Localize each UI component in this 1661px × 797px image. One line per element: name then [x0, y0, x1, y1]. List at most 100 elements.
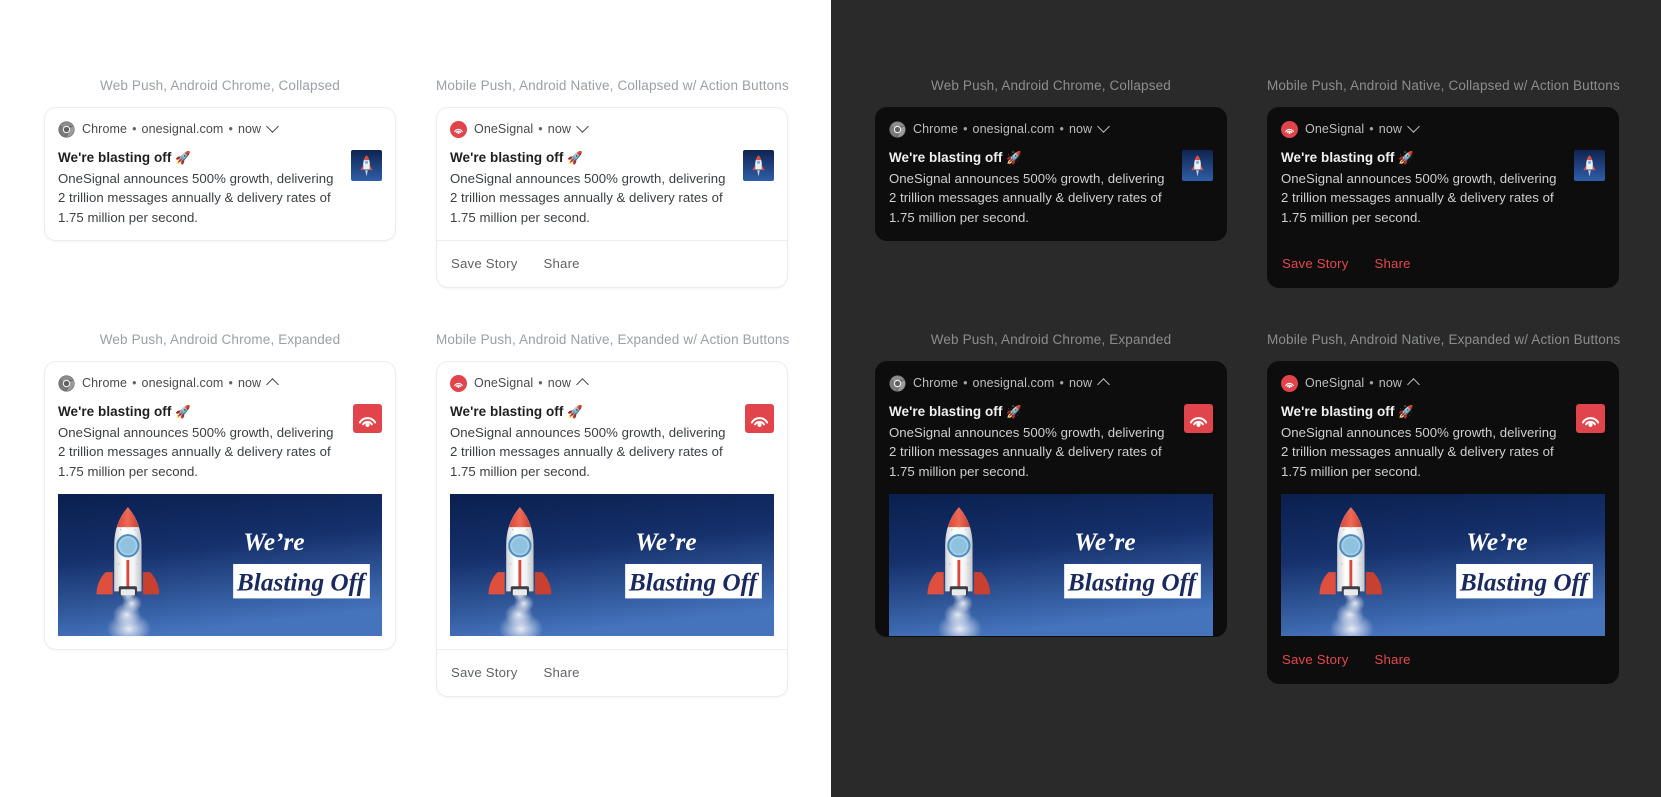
- timestamp: now: [547, 122, 571, 137]
- chrome-icon: [889, 121, 906, 138]
- notification-header: OneSignal • now: [450, 374, 774, 392]
- source-domain: onesignal.com: [972, 376, 1055, 391]
- separator: •: [228, 375, 233, 390]
- chevron-up-icon[interactable]: [1097, 377, 1111, 391]
- timestamp: now: [1068, 376, 1093, 391]
- source-app-name: Chrome: [913, 122, 959, 137]
- notification-actions: Save Story Share: [437, 240, 787, 287]
- timestamp: now: [1378, 376, 1402, 391]
- preview-web-push-collapsed-light: Web Push, Android Chrome, Collapsed Chro…: [44, 78, 396, 242]
- notification-title: We're blasting off 🚀: [1281, 404, 1414, 420]
- onesignal-badge-icon: [745, 404, 774, 433]
- action-save-story[interactable]: Save Story: [451, 665, 518, 680]
- preview-web-push-expanded-dark: Web Push, Android Chrome, Expanded Chrom…: [875, 332, 1227, 638]
- separator: •: [1059, 375, 1064, 390]
- source-domain: onesignal.com: [141, 122, 224, 137]
- chevron-up-icon[interactable]: [1407, 377, 1420, 391]
- notification-message: OneSignal announces 500% growth, deliver…: [1281, 170, 1557, 225]
- action-share[interactable]: Share: [1375, 256, 1411, 271]
- notification-actions: Save Story Share: [437, 649, 787, 696]
- notification-title: We're blasting off 🚀: [58, 150, 191, 166]
- notification-title: We're blasting off 🚀: [889, 404, 1022, 420]
- preview-web-push-expanded-light: Web Push, Android Chrome, Expanded Chrom…: [44, 332, 396, 651]
- notification-card[interactable]: OneSignal • now We're blasting off 🚀 One…: [436, 361, 788, 698]
- notification-thumbnail: [1574, 150, 1605, 181]
- rocket-icon: 🚀: [175, 151, 191, 166]
- onesignal-icon: [1281, 375, 1298, 392]
- notification-header: OneSignal • now: [450, 119, 774, 138]
- onesignal-badge-icon: [1184, 404, 1213, 433]
- chevron-up-icon[interactable]: [576, 377, 589, 391]
- timestamp: now: [1378, 122, 1402, 137]
- notification-title: We're blasting off 🚀: [450, 150, 583, 166]
- chevron-up-icon[interactable]: [266, 377, 280, 391]
- onesignal-icon: [1281, 121, 1298, 138]
- chevron-down-icon[interactable]: [1407, 119, 1420, 133]
- notification-header: Chrome • onesignal.com • now: [889, 119, 1213, 138]
- preview-label: Web Push, Android Chrome, Expanded: [930, 332, 1172, 347]
- chrome-icon: [58, 121, 75, 138]
- rocket-icon: 🚀: [175, 405, 191, 420]
- notification-card[interactable]: Chrome • onesignal.com • now We're blast…: [875, 107, 1227, 242]
- separator: •: [132, 375, 137, 390]
- notification-card[interactable]: OneSignal • now We're blasting off 🚀 One…: [1267, 107, 1619, 289]
- separator: •: [1369, 375, 1374, 390]
- onesignal-badge-icon: [1576, 404, 1605, 433]
- notification-header: Chrome • onesignal.com • now: [58, 374, 382, 392]
- action-share[interactable]: Share: [544, 256, 580, 271]
- notification-message: OneSignal announces 500% growth, deliver…: [58, 424, 334, 479]
- action-save-story[interactable]: Save Story: [1282, 652, 1349, 667]
- notification-message: OneSignal announces 500% growth, deliver…: [450, 170, 726, 225]
- notification-message: OneSignal announces 500% growth, deliver…: [58, 170, 334, 225]
- separator: •: [1369, 121, 1374, 136]
- source-domain: onesignal.com: [141, 376, 224, 391]
- preview-label: Web Push, Android Chrome, Expanded: [99, 332, 341, 347]
- chevron-down-icon[interactable]: [576, 119, 589, 133]
- hero-image: [58, 494, 382, 636]
- onesignal-icon: [450, 121, 467, 138]
- notification-thumbnail: [1182, 150, 1213, 181]
- rocket-icon: 🚀: [1398, 405, 1414, 420]
- notification-thumbnail: [743, 150, 774, 181]
- onesignal-badge-icon: [353, 404, 382, 433]
- onesignal-icon: [450, 375, 467, 392]
- chevron-down-icon[interactable]: [266, 119, 280, 133]
- notification-title: We're blasting off 🚀: [1281, 150, 1414, 166]
- dark-mode-panel: Web Push, Android Chrome, Collapsed Chro…: [831, 0, 1661, 797]
- notification-title: We're blasting off 🚀: [58, 404, 191, 420]
- rocket-icon: 🚀: [567, 151, 583, 166]
- preview-label: Mobile Push, Android Native, Expanded w/…: [436, 332, 790, 347]
- separator: •: [1059, 121, 1064, 136]
- preview-label: Web Push, Android Chrome, Collapsed: [931, 78, 1171, 93]
- notification-card[interactable]: Chrome • onesignal.com • now We're blast…: [44, 107, 396, 242]
- preview-stage: Web Push, Android Chrome, Collapsed Chro…: [0, 0, 1661, 797]
- rocket-icon: 🚀: [1398, 151, 1414, 166]
- hero-image: [1281, 494, 1605, 636]
- notification-title: We're blasting off 🚀: [889, 150, 1022, 166]
- chevron-down-icon[interactable]: [1097, 119, 1111, 133]
- notification-message: OneSignal announces 500% growth, deliver…: [1281, 424, 1557, 479]
- rocket-icon: 🚀: [567, 405, 583, 420]
- action-share[interactable]: Share: [544, 665, 580, 680]
- notification-header: OneSignal • now: [1281, 119, 1605, 138]
- notification-card[interactable]: OneSignal • now We're blasting off 🚀 One…: [1267, 361, 1619, 685]
- notification-header: Chrome • onesignal.com • now: [889, 374, 1213, 392]
- notification-actions: Save Story Share: [1268, 240, 1618, 287]
- rocket-icon: 🚀: [1006, 151, 1022, 166]
- action-save-story[interactable]: Save Story: [451, 256, 518, 271]
- source-app-name: OneSignal: [474, 122, 534, 137]
- notification-card[interactable]: OneSignal • now We're blasting off 🚀 One…: [436, 107, 788, 289]
- action-share[interactable]: Share: [1375, 652, 1411, 667]
- rocket-icon: 🚀: [1006, 405, 1022, 420]
- source-app-name: Chrome: [82, 122, 128, 137]
- notification-thumbnail: [351, 150, 382, 181]
- hero-image: [889, 494, 1213, 636]
- separator: •: [538, 375, 543, 390]
- notification-message: OneSignal announces 500% growth, deliver…: [450, 424, 726, 479]
- notification-header: Chrome • onesignal.com • now: [58, 119, 382, 138]
- notification-card[interactable]: Chrome • onesignal.com • now We're blast…: [875, 361, 1227, 638]
- preview-mobile-push-expanded-dark: Mobile Push, Android Native, Expanded w/…: [1267, 332, 1620, 685]
- action-save-story[interactable]: Save Story: [1282, 256, 1349, 271]
- notification-card[interactable]: Chrome • onesignal.com • now We're blast…: [44, 361, 396, 651]
- hero-image: [450, 494, 774, 636]
